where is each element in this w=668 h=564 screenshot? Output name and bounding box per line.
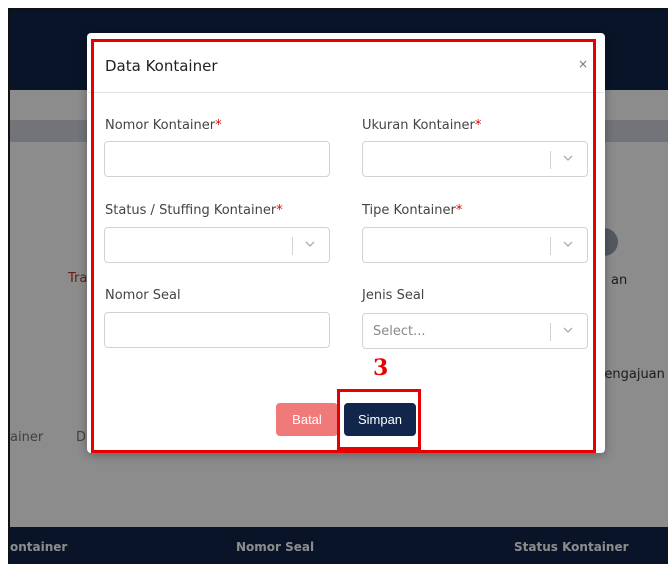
modal-title: Data Kontainer: [105, 57, 218, 75]
select-separator: [550, 323, 551, 341]
ukuran-kontainer-label: Ukuran Kontainer*: [362, 118, 482, 133]
tipe-kontainer-select[interactable]: [362, 227, 588, 263]
select-separator: [550, 237, 551, 255]
ukuran-kontainer-select[interactable]: [362, 141, 588, 177]
nomor-kontainer-input[interactable]: [104, 141, 330, 177]
required-marker: *: [474, 118, 482, 133]
nomor-seal-label: Nomor Seal: [105, 288, 181, 303]
status-stuffing-select[interactable]: [104, 227, 330, 263]
nomor-kontainer-label: Nomor Kontainer*: [105, 118, 222, 133]
required-marker: *: [455, 203, 463, 218]
step-number-annotation: 3: [373, 355, 389, 381]
chevron-down-icon[interactable]: [303, 237, 317, 251]
simpan-button[interactable]: Simpan: [344, 403, 416, 436]
select-separator: [292, 237, 293, 255]
jenis-seal-select[interactable]: Select...: [362, 313, 588, 349]
chevron-down-icon[interactable]: [561, 151, 575, 165]
jenis-seal-label: Jenis Seal: [362, 288, 425, 303]
chevron-down-icon[interactable]: [561, 323, 575, 337]
modal-header-divider: [88, 92, 604, 93]
batal-button[interactable]: Batal: [276, 403, 338, 436]
required-marker: *: [276, 203, 283, 218]
select-separator: [550, 151, 551, 169]
nomor-seal-input[interactable]: [104, 312, 330, 348]
tipe-kontainer-label: Tipe Kontainer*: [362, 203, 463, 218]
required-marker: *: [215, 118, 222, 133]
close-icon[interactable]: ×: [578, 57, 588, 71]
chevron-down-icon[interactable]: [561, 237, 575, 251]
jenis-seal-placeholder: Select...: [373, 324, 426, 339]
status-stuffing-label: Status / Stuffing Kontainer*: [105, 203, 283, 218]
